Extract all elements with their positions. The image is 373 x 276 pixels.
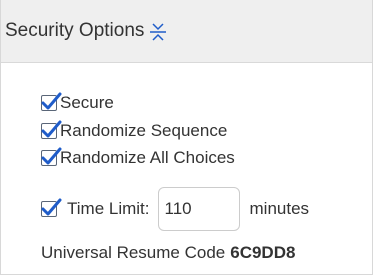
randomize-sequence-checkbox[interactable] (41, 120, 62, 139)
security-options-panel: Security Options Secure Randomize Sequen… (0, 0, 373, 275)
resume-code-label: Universal Resume Code (41, 243, 226, 262)
time-limit-checkbox[interactable] (41, 198, 62, 217)
resume-code-row: Universal Resume Code 6C9DD8 (41, 243, 295, 263)
time-limit-input[interactable] (157, 187, 240, 231)
panel-title: Security Options (5, 20, 145, 41)
option-secure[interactable]: Secure (41, 92, 114, 113)
resume-code-value: 6C9DD8 (230, 243, 296, 262)
collapse-icon[interactable] (148, 22, 168, 42)
panel-header[interactable]: Security Options (1, 0, 372, 63)
time-limit-unit: minutes (249, 199, 310, 218)
randomize-sequence-label: Randomize Sequence (60, 121, 228, 140)
option-randomize-all-choices[interactable]: Randomize All Choices (41, 147, 235, 168)
secure-label: Secure (60, 93, 114, 112)
time-limit-label: Time Limit: (67, 199, 150, 218)
option-randomize-sequence[interactable]: Randomize Sequence (41, 120, 228, 141)
secure-checkbox[interactable] (41, 92, 62, 111)
option-time-limit: Time Limit: minutes (41, 187, 309, 231)
randomize-all-choices-label: Randomize All Choices (60, 148, 235, 167)
randomize-all-choices-checkbox[interactable] (41, 147, 62, 166)
